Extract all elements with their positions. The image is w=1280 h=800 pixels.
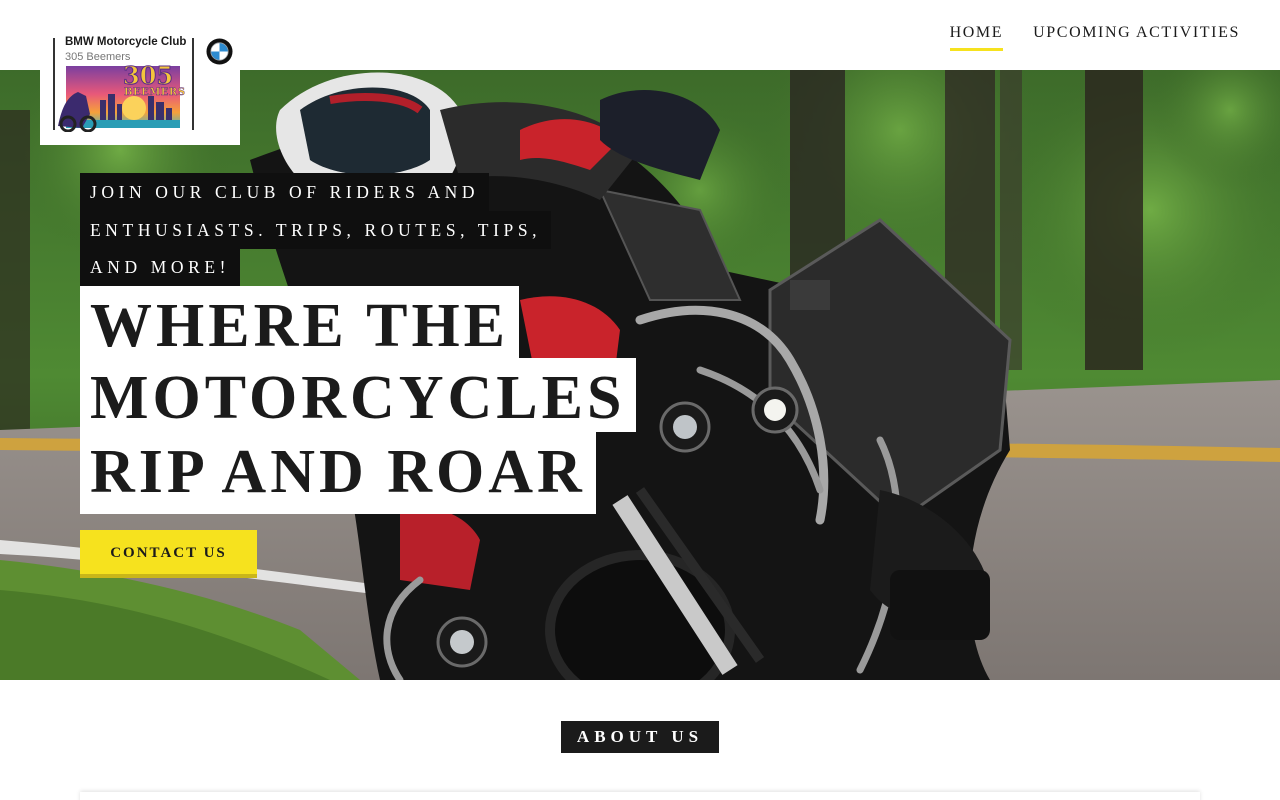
logo-emblem-number: 305 <box>122 61 174 90</box>
about-us-heading: ABOUT US <box>561 721 719 753</box>
hero-tagline-line-3: AND MORE! <box>80 248 241 286</box>
hero-section: JOIN OUR CLUB OF RIDERS AND ENTHUSIASTS.… <box>0 70 1280 680</box>
hero-headline-line-2: MOTORCYCLES <box>80 358 636 432</box>
logo-emblem-word: BEEMERS <box>124 87 186 98</box>
logo-chapter-name: 305 Beemers <box>65 51 131 63</box>
nav-upcoming-activities[interactable]: UPCOMING ACTIVITIES <box>1033 24 1240 51</box>
contact-us-button[interactable]: CONTACT US <box>80 530 257 578</box>
main-nav: HOME UPCOMING ACTIVITIES <box>949 24 1240 51</box>
logo-divider-right <box>192 38 194 130</box>
logo-divider-left <box>53 38 55 130</box>
bmw-roundel-icon <box>206 38 233 65</box>
hero-headline-line-1: WHERE THE <box>80 286 520 360</box>
hero-tagline-line-1: JOIN OUR CLUB OF RIDERS AND <box>80 173 490 211</box>
logo-club-name: BMW Motorcycle Club <box>65 36 187 48</box>
hero-tagline-line-2: ENTHUSIASTS. TRIPS, ROUTES, TIPS, <box>80 211 552 249</box>
site-logo[interactable]: BMW Motorcycle Club 305 Beemers 305 BEEM… <box>40 30 240 145</box>
nav-home[interactable]: HOME <box>949 24 1004 51</box>
hero-headline-line-3: RIP AND ROAR <box>80 432 596 514</box>
about-content-card <box>80 792 1200 800</box>
